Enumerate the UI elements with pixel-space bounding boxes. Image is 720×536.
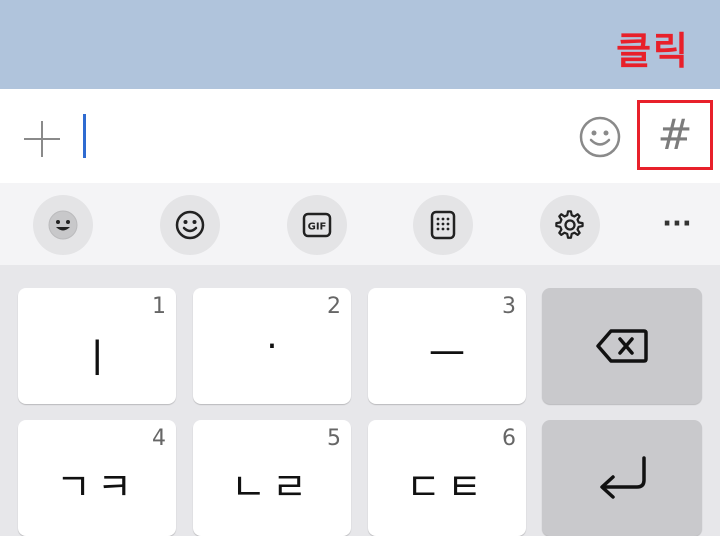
key-label: ㄱㅋ <box>56 465 138 509</box>
key-label: ㄷㅌ <box>406 465 488 509</box>
more-icon[interactable]: ··· <box>660 211 694 237</box>
gear-icon <box>555 210 584 239</box>
smiley-icon <box>175 210 205 240</box>
backspace-key[interactable] <box>542 288 702 404</box>
hashtag-button[interactable]: # <box>637 100 713 170</box>
key-6[interactable]: 6 ㄷㅌ <box>368 420 526 536</box>
enter-icon <box>600 456 646 499</box>
click-annotation: 클릭 <box>616 29 690 73</box>
key-number: 1 <box>152 294 166 319</box>
text-cursor <box>83 114 86 158</box>
keyboard-toolbar <box>0 183 720 265</box>
key-label: ㅣ <box>78 336 116 382</box>
gif-icon: GIF <box>302 212 332 238</box>
gif-label: GIF <box>308 222 327 233</box>
key-label: ㄴㄹ <box>231 465 313 509</box>
key-label: ㅡ <box>428 332 466 378</box>
key-3[interactable]: 3 ㅡ <box>368 288 526 404</box>
emoji-button[interactable] <box>578 115 622 159</box>
key-number: 4 <box>152 426 166 451</box>
settings-button[interactable] <box>540 195 600 255</box>
hash-icon: # <box>657 110 693 159</box>
keypad-icon <box>430 210 456 240</box>
key-label: · <box>266 326 278 367</box>
smiley-icon <box>579 116 621 158</box>
emoji-keyboard-button[interactable] <box>33 195 93 255</box>
key-number: 6 <box>502 426 516 451</box>
keypad-button[interactable] <box>413 195 473 255</box>
backspace-icon <box>596 329 648 363</box>
key-5[interactable]: 5 ㄴㄹ <box>193 420 351 536</box>
key-number: 3 <box>502 294 516 319</box>
sticker-button[interactable] <box>160 195 220 255</box>
gif-button[interactable]: GIF <box>287 195 347 255</box>
key-4[interactable]: 4 ㄱㅋ <box>18 420 176 536</box>
top-bar <box>0 0 720 89</box>
emoji-face-icon <box>48 210 78 240</box>
key-1[interactable]: 1 ㅣ <box>18 288 176 404</box>
key-number: 2 <box>327 294 341 319</box>
key-number: 5 <box>327 426 341 451</box>
plus-icon[interactable] <box>24 121 60 157</box>
key-2[interactable]: 2 · <box>193 288 351 404</box>
enter-key[interactable] <box>542 420 702 536</box>
